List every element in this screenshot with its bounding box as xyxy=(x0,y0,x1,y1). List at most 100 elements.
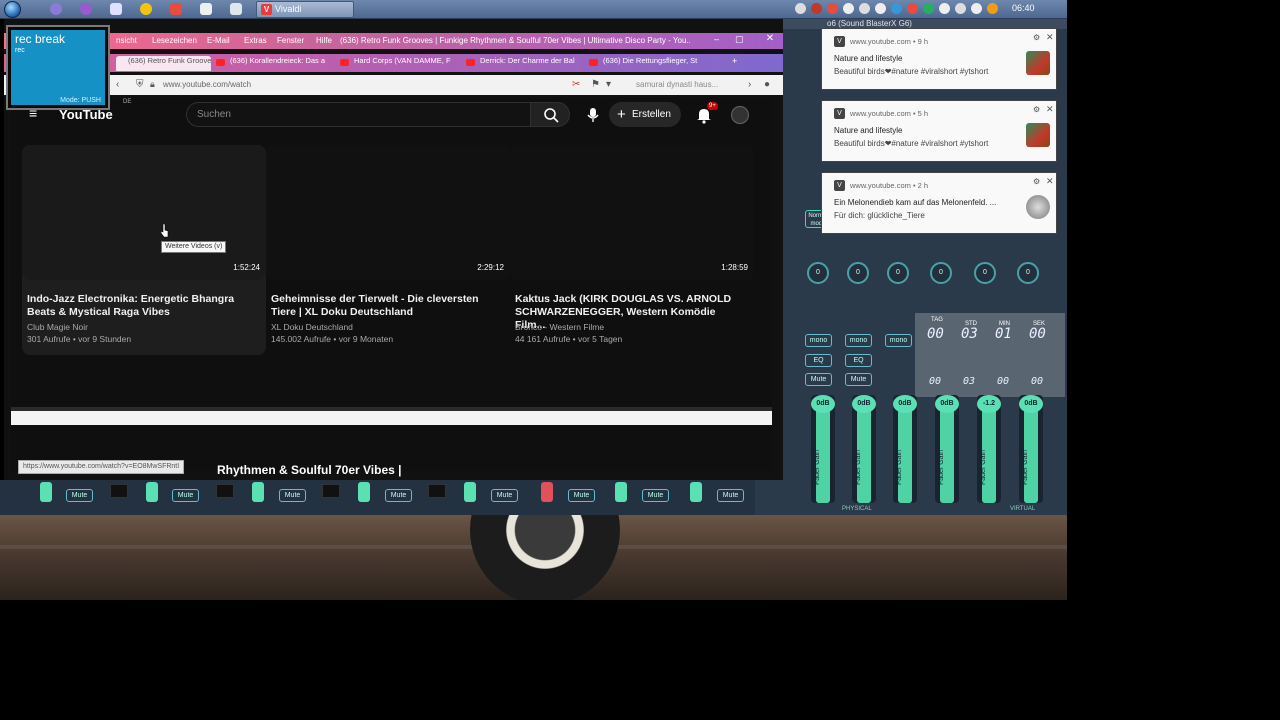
video-channel[interactable]: Club Magie Noir xyxy=(27,322,88,332)
mute-button[interactable]: Mute xyxy=(642,489,669,502)
eq-button[interactable]: EQ xyxy=(845,354,872,367)
fader[interactable]: 0dB Fader Gain xyxy=(893,395,917,503)
tray-icon[interactable] xyxy=(987,3,998,14)
shield-icon[interactable]: ⛨ xyxy=(136,79,144,90)
fader[interactable]: 0dB Fader Gain xyxy=(935,395,959,503)
taskbar-app-vivaldi[interactable]: V Vivaldi xyxy=(256,1,354,18)
notification[interactable]: V www.youtube.com • 2 h ⚙ ✕ Ein Melonend… xyxy=(821,172,1057,234)
fader-knob[interactable] xyxy=(358,482,370,502)
avatar[interactable] xyxy=(731,106,749,124)
close-icon[interactable]: ✕ xyxy=(1046,176,1054,187)
vm-knob[interactable]: 0 xyxy=(847,262,869,284)
close-button[interactable]: ✕ xyxy=(757,33,783,47)
app-icon[interactable] xyxy=(80,3,92,15)
mono-button[interactable]: mono xyxy=(845,334,872,347)
gear-icon[interactable]: ⚙ xyxy=(1033,105,1040,114)
close-icon[interactable]: ✕ xyxy=(1046,32,1054,43)
fader-knob[interactable] xyxy=(252,482,264,502)
menu-window[interactable]: Fenster xyxy=(277,36,304,45)
create-button[interactable]: + Erstellen xyxy=(609,102,681,127)
fader-knob[interactable] xyxy=(541,482,553,502)
minimize-icon[interactable]: – xyxy=(714,34,719,44)
menu-mail[interactable]: E-Mail xyxy=(207,36,230,45)
fader[interactable]: 0dB Fader Gain xyxy=(1019,395,1043,503)
tab[interactable]: Hard Corps (VAN DAMME, F xyxy=(340,56,456,71)
mute-button[interactable]: Mute xyxy=(172,489,199,502)
gear-icon[interactable]: ⚙ xyxy=(1033,33,1040,42)
vm-knob[interactable]: 0 xyxy=(1017,262,1039,284)
fader-knob[interactable] xyxy=(690,482,702,502)
mute-button[interactable]: Mute xyxy=(845,373,872,386)
video-thumbnail[interactable] xyxy=(22,145,266,280)
vm-knob[interactable]: 0 xyxy=(974,262,996,284)
tray-icon[interactable] xyxy=(795,3,806,14)
vm-knob[interactable]: 0 xyxy=(807,262,829,284)
mute-button[interactable]: Mute xyxy=(279,489,306,502)
tab[interactable]: Derrick: Der Charme der Bal xyxy=(466,56,582,71)
notification[interactable]: V www.youtube.com • 9 h ⚙ ✕ Nature and l… xyxy=(821,28,1057,90)
app-icon[interactable] xyxy=(200,3,212,15)
tray-icon[interactable] xyxy=(971,3,982,14)
fader[interactable]: -1.2 Fader Gain xyxy=(977,395,1001,503)
eq-button[interactable]: EQ xyxy=(805,354,832,367)
tray-icon[interactable] xyxy=(891,3,902,14)
search-button[interactable] xyxy=(530,102,570,127)
video-title[interactable]: Geheimnisse der Tierwelt - Die cleverste… xyxy=(271,293,503,319)
video-title[interactable]: Indo-Jazz Electronika: Energetic Bhangra… xyxy=(27,293,259,319)
search-field[interactable]: samurai dynasti haus... xyxy=(636,80,718,89)
video-channel[interactable]: XL Doku Deutschland xyxy=(271,322,353,332)
search-input[interactable]: Suchen xyxy=(186,102,531,127)
gear-icon[interactable]: ⚙ xyxy=(1033,177,1040,186)
tray-icon[interactable] xyxy=(875,3,886,14)
tray-icon[interactable] xyxy=(859,3,870,14)
app-icon[interactable] xyxy=(170,3,182,15)
profile-icon[interactable]: ● xyxy=(764,79,770,90)
app-icon[interactable] xyxy=(110,3,122,15)
notification[interactable]: V www.youtube.com • 5 h ⚙ ✕ Nature and l… xyxy=(821,100,1057,162)
mute-button[interactable]: Mute xyxy=(385,489,412,502)
rec-break-widget[interactable]: rec break rec Mode: PUSH xyxy=(6,25,110,110)
video-channel[interactable]: Bronco - Western Filme xyxy=(515,322,604,332)
mono-button[interactable]: mono xyxy=(805,334,832,347)
menu-view[interactable]: nsicht xyxy=(116,36,137,45)
bookmark-icon[interactable]: ⚑ xyxy=(591,79,600,90)
close-icon[interactable]: ✕ xyxy=(1046,104,1054,115)
mute-button[interactable]: Mute xyxy=(491,489,518,502)
fader[interactable]: 0dB Fader Gain xyxy=(811,395,835,503)
tray-icon[interactable] xyxy=(907,3,918,14)
video-thumbnail[interactable] xyxy=(266,145,510,280)
app-icon[interactable] xyxy=(50,3,62,15)
mute-button[interactable]: Mute xyxy=(717,489,744,502)
mute-button[interactable]: Mute xyxy=(805,373,832,386)
fader-knob[interactable] xyxy=(615,482,627,502)
fader-knob[interactable] xyxy=(464,482,476,502)
chevron-right-icon[interactable]: › xyxy=(748,79,751,90)
url-field[interactable]: www.youtube.com/watch xyxy=(163,80,251,89)
back-icon[interactable]: ‹ xyxy=(116,79,119,90)
chevron-down-icon[interactable]: ▾ xyxy=(606,79,611,90)
video-thumbnail[interactable] xyxy=(510,145,754,280)
tab[interactable]: (636) Retro Funk Grooves | F xyxy=(116,56,211,71)
fader-knob[interactable] xyxy=(146,482,158,502)
vm-knob[interactable]: 0 xyxy=(887,262,909,284)
taskbar-clock[interactable]: 06:40 xyxy=(1012,3,1035,13)
menu-help[interactable]: Hilfe xyxy=(316,36,332,45)
mute-button[interactable]: Mute xyxy=(66,489,93,502)
mono-button[interactable]: mono xyxy=(885,334,912,347)
vm-knob[interactable]: 0 xyxy=(930,262,952,284)
tray-icon[interactable] xyxy=(955,3,966,14)
app-icon[interactable] xyxy=(230,3,242,15)
tray-icon[interactable] xyxy=(827,3,838,14)
tab[interactable]: (636) Korallendreieck: Das a xyxy=(216,56,332,71)
tab[interactable]: (636) Die Rettungsflieger, St xyxy=(589,56,705,71)
start-button[interactable] xyxy=(4,1,21,18)
app-icon[interactable] xyxy=(140,3,152,15)
tray-icon[interactable] xyxy=(843,3,854,14)
maximize-icon[interactable]: ▢ xyxy=(735,34,744,45)
menu-bookmarks[interactable]: Lesezeichen xyxy=(152,36,197,45)
lock-icon[interactable]: 🔒︎ xyxy=(150,79,155,90)
fader[interactable]: 0dB Fader Gain xyxy=(852,395,876,503)
extension-icon[interactable]: ✂ xyxy=(572,79,580,90)
tray-icon[interactable] xyxy=(811,3,822,14)
menu-tools[interactable]: Extras xyxy=(244,36,267,45)
